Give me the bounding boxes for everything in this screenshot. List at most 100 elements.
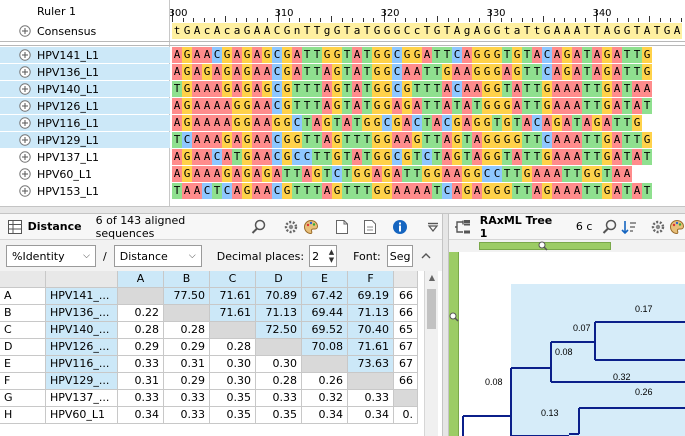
distance-cell[interactable]: 0.31	[164, 356, 210, 373]
metric-select[interactable]: %Identity ⌵	[6, 245, 96, 267]
row-sequence-name[interactable]: HPV126_...	[46, 339, 118, 356]
search-icon[interactable]	[602, 218, 619, 236]
distance-cell[interactable]: 0.34	[348, 407, 394, 424]
info-icon[interactable]	[391, 218, 409, 236]
mode-select[interactable]: Distance ⌵	[113, 245, 202, 267]
column-header[interactable]: E	[302, 271, 348, 288]
distance-cell[interactable]: 67	[394, 356, 418, 373]
expand-icon[interactable]	[19, 117, 31, 129]
distance-cell[interactable]: 69.52	[302, 322, 348, 339]
row-sequence-name[interactable]: HPV60_L1	[46, 407, 118, 424]
row-letter[interactable]: E	[0, 356, 46, 373]
distance-cell[interactable]: 0.28	[118, 322, 164, 339]
distance-cell[interactable]: 0.28	[164, 322, 210, 339]
row-sequence-name[interactable]: HPV116_...	[46, 356, 118, 373]
diagonal-cell[interactable]	[348, 373, 394, 390]
diagonal-cell[interactable]	[118, 288, 164, 305]
distance-cell[interactable]: 0.29	[164, 373, 210, 390]
horizontal-splitter[interactable]	[0, 206, 685, 214]
font-select[interactable]: Seg	[386, 245, 413, 267]
distance-cell[interactable]: 70.08	[302, 339, 348, 356]
distance-cell[interactable]: 71.13	[256, 305, 302, 322]
expand-icon[interactable]	[19, 66, 31, 78]
distance-cell[interactable]: 0.22	[118, 305, 164, 322]
gear-icon[interactable]	[650, 218, 667, 236]
sequence-name-row[interactable]: HPV141_L1	[0, 47, 170, 63]
expand-icon[interactable]	[19, 100, 31, 112]
row-letter[interactable]: H	[0, 407, 46, 424]
decimal-places-stepper[interactable]: 2 ▲ ▼	[309, 245, 338, 267]
distance-cell[interactable]: 0.35	[210, 390, 256, 407]
diagonal-cell[interactable]	[210, 322, 256, 339]
distance-cell[interactable]: 0.33	[348, 390, 394, 407]
collapse-icon[interactable]	[417, 247, 435, 265]
row-letter[interactable]: C	[0, 322, 46, 339]
distance-cell[interactable]: 0.29	[164, 339, 210, 356]
distance-cell[interactable]: 0.30	[210, 356, 256, 373]
distance-cell[interactable]: 70.89	[256, 288, 302, 305]
expand-icon[interactable]	[19, 185, 31, 197]
distance-cell[interactable]: 71.61	[210, 305, 256, 322]
diagonal-cell[interactable]	[256, 339, 302, 356]
stepper-arrows-icon[interactable]: ▲ ▼	[329, 248, 334, 264]
gear-icon[interactable]	[282, 218, 300, 236]
distance-cell[interactable]: 0.28	[256, 373, 302, 390]
row-letter[interactable]: A	[0, 288, 46, 305]
column-header[interactable]: C	[210, 271, 256, 288]
column-header[interactable]: D	[256, 271, 302, 288]
distance-cell[interactable]: 69.19	[348, 288, 394, 305]
palette-icon[interactable]	[302, 218, 320, 236]
distance-cell[interactable]: 0.35	[256, 407, 302, 424]
zoom-handle-icon[interactable]	[538, 241, 548, 251]
matrix-scrollbar[interactable]: ▲	[424, 271, 438, 436]
distance-cell[interactable]: 67.42	[302, 288, 348, 305]
distance-cell[interactable]: 0.34	[302, 407, 348, 424]
sort-icon[interactable]	[621, 218, 638, 236]
sequence-name-row[interactable]: HPV129_L1	[0, 132, 170, 148]
distance-cell[interactable]: 0.29	[118, 339, 164, 356]
row-sequence-name[interactable]: HPV129_...	[46, 373, 118, 390]
distance-cell[interactable]: 69.44	[302, 305, 348, 322]
distance-cell[interactable]: 0.	[394, 407, 418, 424]
distance-cell[interactable]: 71.61	[210, 288, 256, 305]
distance-cell[interactable]: 72.50	[256, 322, 302, 339]
distance-cell[interactable]: 77.50	[164, 288, 210, 305]
expand-icon[interactable]	[19, 49, 31, 61]
distance-cell[interactable]: 71.13	[348, 305, 394, 322]
distance-cell[interactable]: 0.33	[118, 390, 164, 407]
distance-cell[interactable]: 65	[394, 322, 418, 339]
distance-cell[interactable]: 66	[394, 288, 418, 305]
distance-cell[interactable]: 0.33	[164, 407, 210, 424]
distance-cell[interactable]: 0.33	[164, 390, 210, 407]
panel-menu-icon[interactable]	[424, 218, 442, 236]
palette-icon[interactable]	[668, 218, 685, 236]
expand-icon[interactable]	[19, 168, 31, 180]
column-header[interactable]: A	[118, 271, 164, 288]
row-sequence-name[interactable]: HPV137_...	[46, 390, 118, 407]
distance-cell[interactable]: 71.61	[348, 339, 394, 356]
distance-cell[interactable]: 66	[394, 373, 418, 390]
expand-icon[interactable]	[19, 134, 31, 146]
row-letter[interactable]: G	[0, 390, 46, 407]
column-header[interactable]: F	[348, 271, 394, 288]
distance-cell[interactable]: 66	[394, 305, 418, 322]
distance-cell[interactable]: 0.31	[118, 373, 164, 390]
row-letter[interactable]: B	[0, 305, 46, 322]
row-letter[interactable]: D	[0, 339, 46, 356]
diagonal-cell[interactable]	[164, 305, 210, 322]
diagonal-cell[interactable]	[394, 390, 418, 407]
zoom-slider[interactable]	[479, 241, 611, 251]
distance-cell[interactable]: 67	[394, 339, 418, 356]
sequence-name-row[interactable]: HPV137_L1	[0, 149, 170, 165]
distance-cell[interactable]: 0.33	[256, 390, 302, 407]
distance-cell[interactable]: 0.35	[210, 407, 256, 424]
scroll-up-icon[interactable]: ▲	[425, 273, 439, 282]
row-sequence-name[interactable]: HPV136_...	[46, 305, 118, 322]
search-icon[interactable]	[250, 218, 268, 236]
distance-cell[interactable]: 0.26	[302, 373, 348, 390]
distance-cell[interactable]: 0.33	[118, 356, 164, 373]
distance-cell[interactable]: 73.63	[348, 356, 394, 373]
sequence-name-row[interactable]: HPV116_L1	[0, 115, 170, 131]
sequence-name-row[interactable]: HPV140_L1	[0, 81, 170, 97]
export-icon[interactable]	[333, 218, 351, 236]
